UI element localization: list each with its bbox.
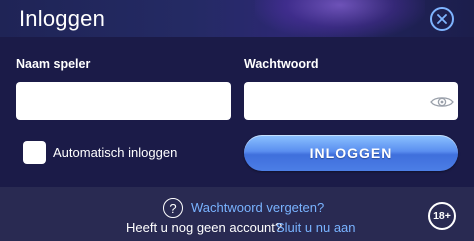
eye-icon[interactable] — [430, 95, 454, 109]
password-label: Wachtwoord — [244, 57, 319, 71]
dialog-footer: ? Wachtwoord vergeten? Heeft u nog geen … — [0, 187, 474, 241]
close-icon — [437, 14, 447, 24]
no-account-text: Heeft u nog geen account? — [126, 220, 283, 235]
username-input[interactable] — [16, 82, 231, 120]
forgot-password-link[interactable]: Wachtwoord vergeten? — [191, 200, 324, 215]
close-button[interactable] — [430, 7, 454, 31]
header-glow-decoration — [255, 0, 425, 37]
question-icon[interactable]: ? — [163, 198, 183, 218]
login-dialog: Inloggen Naam speler Wachtwoord Automati… — [0, 0, 474, 241]
login-form: Naam speler Wachtwoord Automatisch inlog… — [0, 37, 474, 187]
username-label: Naam speler — [16, 57, 91, 71]
auto-login-label[interactable]: Automatisch inloggen — [53, 145, 177, 160]
signup-link[interactable]: Sluit u nu aan — [276, 220, 356, 235]
age-restriction-badge: 18+ — [428, 202, 456, 230]
dialog-title: Inloggen — [19, 6, 106, 31]
login-button[interactable]: INLOGGEN — [244, 135, 458, 171]
auto-login-checkbox[interactable] — [23, 141, 46, 164]
dialog-header: Inloggen — [0, 0, 474, 37]
password-input[interactable] — [244, 82, 458, 120]
